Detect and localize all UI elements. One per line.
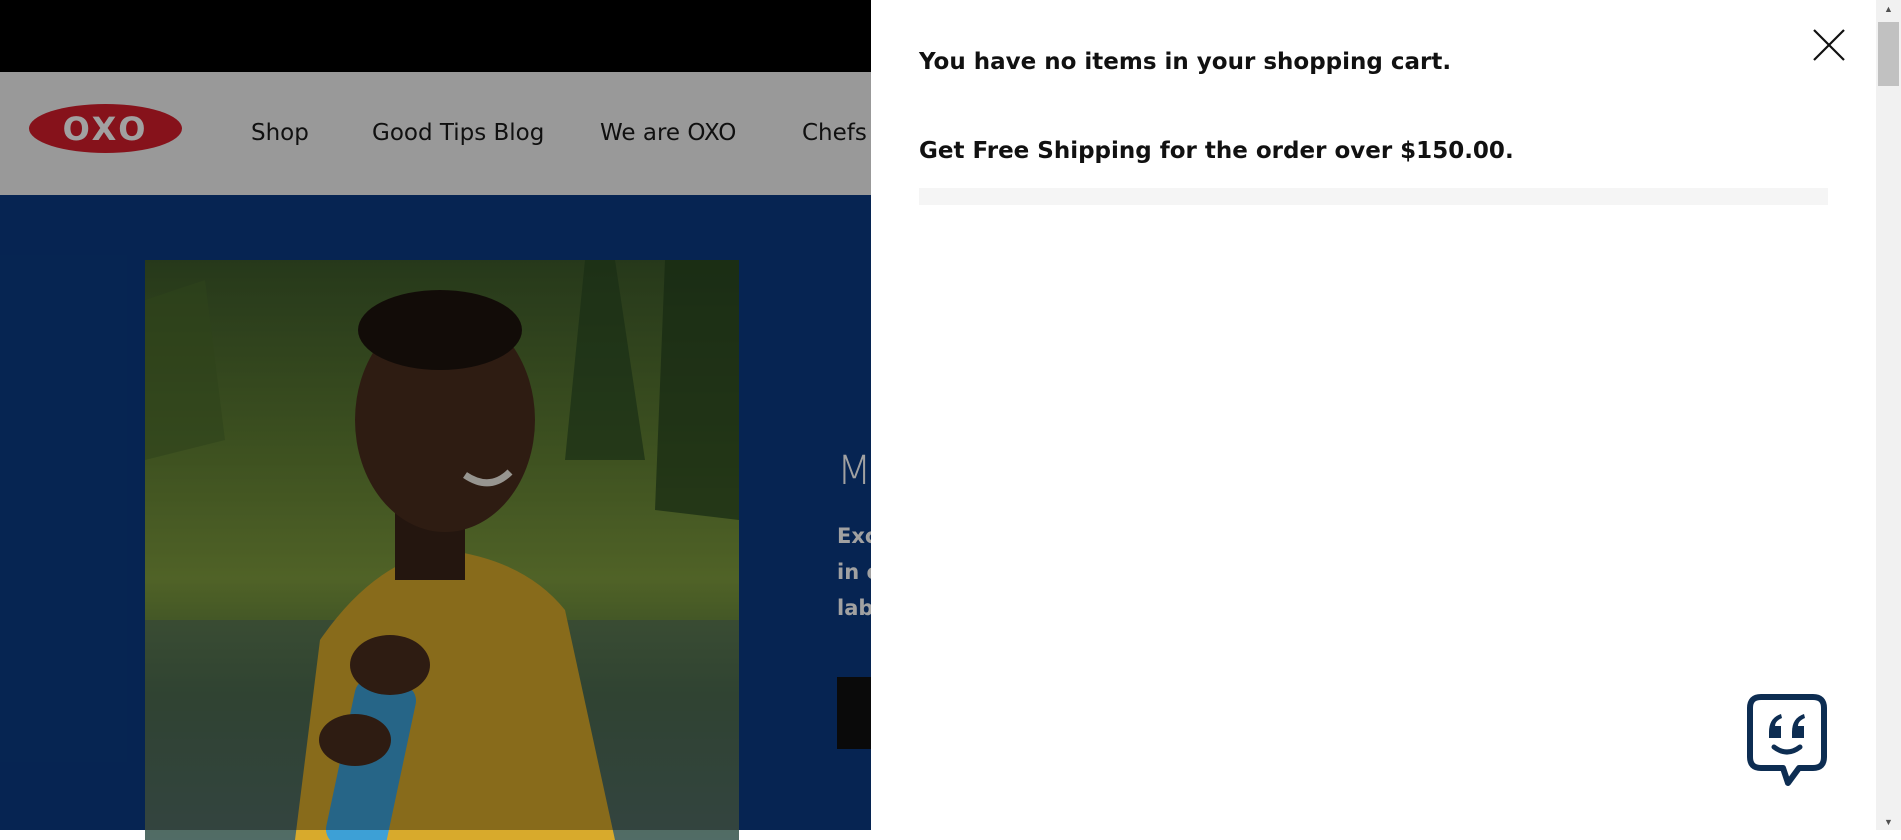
close-icon — [1813, 29, 1845, 61]
page-scrollbar[interactable]: ▲ ▼ — [1876, 0, 1901, 830]
minicart-drawer: You have no items in your shopping cart.… — [871, 0, 1876, 830]
free-shipping-message: Get Free Shipping for the order over $15… — [919, 138, 1514, 164]
close-minicart-button[interactable] — [1809, 25, 1849, 65]
scroll-thumb[interactable] — [1878, 22, 1899, 86]
scroll-down-arrow[interactable]: ▼ — [1876, 813, 1901, 830]
scroll-up-arrow[interactable]: ▲ — [1876, 0, 1901, 17]
free-shipping-progress-bar — [919, 188, 1828, 205]
chat-widget-button[interactable] — [1747, 694, 1827, 786]
empty-cart-message: You have no items in your shopping cart. — [919, 49, 1452, 75]
chat-quote-icon — [1747, 694, 1827, 786]
